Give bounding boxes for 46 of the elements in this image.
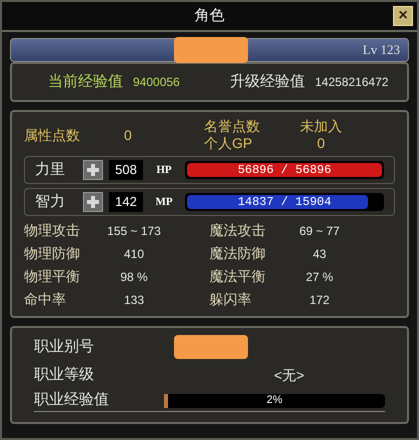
stat-label: 魔法攻击 <box>210 221 266 240</box>
job-exp-label: 职业经验值 <box>34 390 110 410</box>
points-label: 属性点数 <box>24 126 81 144</box>
window-title: 角色 <box>194 6 224 26</box>
job-alias-label: 职业别号 <box>34 336 95 357</box>
gp-value: 0 <box>317 135 325 152</box>
plus-button[interactable] <box>83 160 103 180</box>
job-grade-label: 职业等级 <box>34 364 95 385</box>
exp-value: 9400056 <box>133 74 180 91</box>
close-button[interactable]: × <box>393 6 413 26</box>
bar-label: MP <box>154 194 174 210</box>
bar-text: 14837 / 15904 <box>236 194 332 211</box>
plus-button[interactable] <box>83 192 103 212</box>
job-exp-text: 2% <box>266 394 284 408</box>
stat-label: 物理防御 <box>24 244 81 263</box>
points-value: 0 <box>124 126 133 144</box>
exp-label: 当前经验值 <box>48 72 123 92</box>
exp-value: 14258216472 <box>315 74 388 91</box>
honor-label: 名誉点数 <box>204 118 260 135</box>
attribute-value: 508 <box>109 160 143 180</box>
stat-label: 物理平衡 <box>24 267 81 286</box>
stat-value: 172 <box>308 292 331 308</box>
stat-value: 410 <box>122 246 146 262</box>
honor-value: 未加入 <box>300 118 342 135</box>
stat-label: 魔法防御 <box>210 244 266 263</box>
stat-label: 物理攻击 <box>24 221 81 240</box>
attribute-value: 142 <box>109 192 143 212</box>
attribute-label: 智力 <box>35 192 66 212</box>
job-grade-value: <无> <box>274 366 304 384</box>
stat-value: 98 % <box>119 268 149 286</box>
stat-label: 魔法平衡 <box>210 267 266 286</box>
exp-label: 升级经验值 <box>230 72 305 92</box>
stat-value: 43 <box>312 246 328 262</box>
attribute-label: 力里 <box>35 160 66 180</box>
plus-icon <box>87 164 99 176</box>
stat-value: 133 <box>122 292 146 308</box>
stat-label: 躲闪率 <box>210 290 252 309</box>
gp-label: 个人GP <box>204 135 254 152</box>
bar-text: 56896 / 56896 <box>236 162 332 179</box>
level-text: Lv 123 <box>362 41 400 60</box>
bar-label: HP <box>155 162 173 178</box>
plus-icon <box>87 196 99 208</box>
stat-label: 命中率 <box>24 290 67 309</box>
stat-value: 69 ~ 77 <box>298 222 341 240</box>
stat-value: 155 ~ 173 <box>106 222 162 240</box>
stat-value: 27 % <box>304 268 334 286</box>
